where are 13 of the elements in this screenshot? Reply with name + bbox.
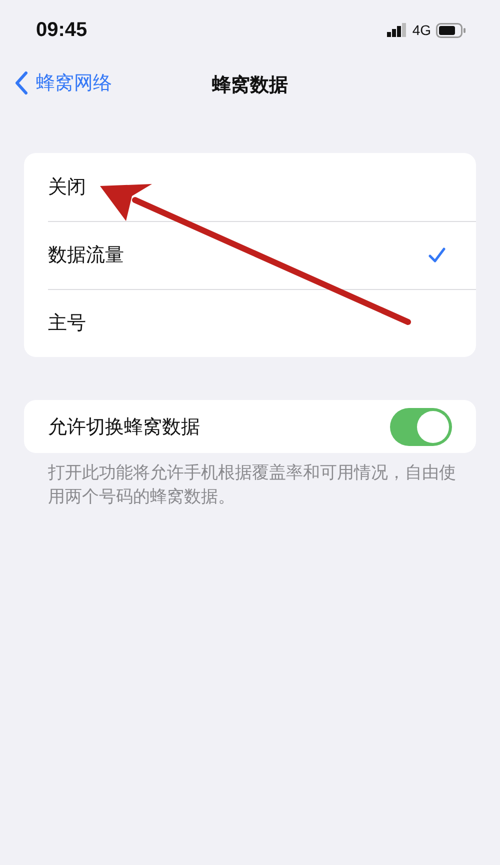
option-row[interactable]: 数据流量 bbox=[24, 221, 476, 289]
toggle-switch[interactable] bbox=[390, 408, 452, 446]
chevron-left-icon bbox=[14, 71, 28, 95]
option-row[interactable]: 关闭 bbox=[24, 153, 476, 221]
nav-title: 蜂窝数据 bbox=[212, 73, 288, 98]
toggle-label: 允许切换蜂窝数据 bbox=[48, 414, 200, 440]
battery-icon bbox=[436, 22, 466, 38]
signal-icon bbox=[387, 23, 408, 37]
option-row[interactable]: 主号 bbox=[24, 289, 476, 357]
footnote: 打开此功能将允许手机根据覆盖率和可用情况，自由使用两个号码的蜂窝数据。 bbox=[48, 462, 457, 509]
status-time: 09:45 bbox=[36, 18, 88, 42]
back-button[interactable]: 蜂窝网络 bbox=[14, 70, 112, 96]
network-label: 4G bbox=[412, 22, 431, 38]
